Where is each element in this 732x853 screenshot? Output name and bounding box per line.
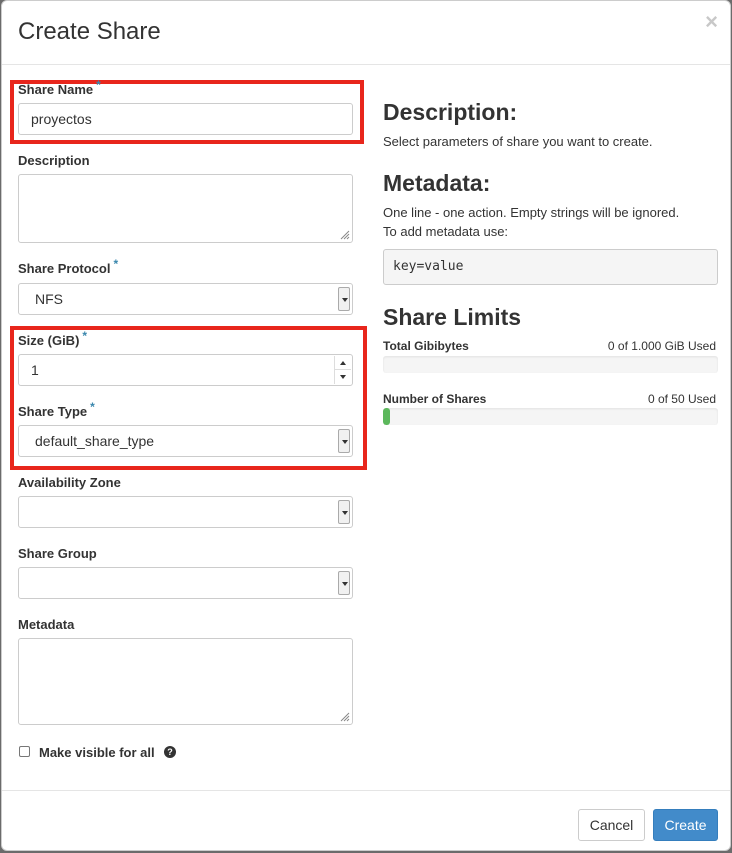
help-icon[interactable]: ? [164,746,176,758]
share-protocol-value: NFS [35,291,63,307]
create-share-dialog: Create Share × Share Name * proyectos Des… [1,0,731,851]
number-of-shares-bar [383,408,718,425]
share-type-value: default_share_type [35,433,155,449]
share-name-input[interactable]: proyectos [18,103,353,135]
metadata-heading: Metadata: [383,170,491,196]
chevron-down-icon[interactable] [338,500,350,524]
make-visible-checkbox[interactable] [19,746,30,757]
metadata-textarea[interactable] [18,638,353,725]
size-input[interactable]: 1 [18,354,353,386]
share-limits-heading: Share Limits [383,304,522,330]
chevron-down-icon[interactable] [338,287,350,311]
share-group-select[interactable] [18,567,353,599]
dialog-footer: Cancel Create [2,790,730,852]
availability-zone-select[interactable] [18,496,353,528]
create-button[interactable]: Create [653,809,718,841]
availability-zone-label: Availability Zone [18,475,121,490]
metadata-example: key=value [383,249,718,285]
decrement-icon[interactable] [335,370,351,384]
share-protocol-select[interactable]: NFS [18,283,353,315]
size-label: Size (GiB) * [18,329,88,348]
number-of-shares-value: 0 of 50 Used [647,392,716,406]
total-gibibytes-bar [383,356,718,373]
description-label: Description [18,153,90,168]
number-of-shares-label: Number of Shares [383,392,487,406]
resize-grip-icon[interactable] [340,230,350,240]
cancel-button[interactable]: Cancel [578,809,645,841]
dialog-title: Create Share [18,18,161,45]
description-textarea[interactable] [18,174,353,243]
metadata-label: Metadata [18,617,75,632]
total-gibibytes-label: Total Gibibytes [383,339,469,353]
total-gibibytes-value: 0 of 1.000 GiB Used [607,339,716,353]
dialog-header: Create Share × [2,1,730,65]
increment-icon[interactable] [335,356,351,370]
number-of-shares-bar-fill [383,408,390,425]
chevron-down-icon[interactable] [338,571,350,595]
share-name-label: Share Name * [18,78,101,97]
make-visible-label: Make visible for all [39,745,155,760]
share-type-label: Share Type * [18,400,95,419]
description-heading: Description: [383,99,518,125]
size-value: 1 [31,362,39,378]
share-group-label: Share Group [18,546,97,561]
share-type-select[interactable]: default_share_type [18,425,353,457]
metadata-help-text-2: To add metadata use: [383,224,509,239]
chevron-down-icon[interactable] [338,429,350,453]
resize-grip-icon[interactable] [340,712,350,722]
description-help-text: Select parameters of share you want to c… [383,134,653,149]
close-icon[interactable]: × [705,11,718,33]
metadata-help-text-1: One line - one action. Empty strings wil… [383,205,680,220]
share-protocol-label: Share Protocol * [18,257,119,276]
size-spinner[interactable] [334,356,351,384]
